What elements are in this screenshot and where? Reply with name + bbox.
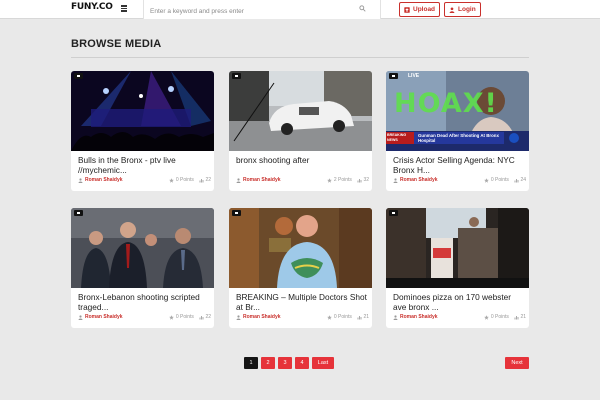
views-icon (199, 315, 204, 319)
views-icon (357, 315, 362, 319)
views-count: 21 (520, 314, 526, 320)
star-icon (327, 314, 333, 320)
media-title[interactable]: BREAKING – Multiple Doctors Shot at Br..… (236, 292, 368, 312)
upload-label: Upload (413, 6, 436, 13)
user-icon (78, 314, 83, 320)
media-card[interactable]: bronx shooting after Roman Shaidyk 2 Poi… (229, 71, 372, 191)
user-icon (449, 6, 455, 13)
last-page-button[interactable]: Last (312, 357, 334, 369)
media-card[interactable]: LIVE HOAX! BREAKING NEWS Gunman Dead Aft… (386, 71, 529, 191)
points-count: 0 Points (175, 177, 194, 183)
author-link[interactable]: Roman Shaidyk (78, 177, 123, 183)
top-navbar: FUNY.CO Upload Login (0, 0, 600, 21)
login-button[interactable]: Login (444, 2, 481, 17)
media-title[interactable]: Dominoes pizza on 170 webster ave bronx … (393, 292, 525, 312)
views-icon (514, 315, 519, 319)
page-2-button[interactable]: 2 (261, 357, 275, 369)
live-label: LIVE (408, 73, 420, 79)
user-icon (393, 177, 398, 183)
author-link[interactable]: Roman Shaidyk (78, 314, 123, 320)
media-thumbnail[interactable] (229, 208, 372, 288)
upload-icon (404, 6, 410, 13)
star-icon (484, 177, 490, 183)
media-thumbnail[interactable] (71, 208, 214, 288)
author-name: Roman Shaidyk (400, 314, 438, 320)
author-name: Roman Shaidyk (85, 314, 123, 320)
video-icon (232, 73, 241, 79)
title-divider (71, 57, 529, 58)
views-icon (199, 178, 204, 182)
breaking-news-tag: BREAKING NEWS (387, 133, 407, 142)
views-count: 24 (520, 177, 526, 183)
author-link[interactable]: Roman Shaidyk (393, 314, 438, 320)
search-box (143, 0, 381, 21)
star-icon (327, 177, 333, 183)
author-name: Roman Shaidyk (243, 177, 281, 183)
media-thumbnail[interactable]: LIVE HOAX! BREAKING NEWS Gunman Dead Aft… (386, 71, 529, 151)
star-icon (169, 314, 175, 320)
user-icon (236, 314, 241, 320)
media-title[interactable]: Bronx-Lebanon shooting scripted traged..… (78, 292, 210, 312)
views-count: 32 (363, 177, 369, 183)
points-count: 0 Points (175, 314, 194, 320)
site-logo[interactable]: FUNY.CO (71, 2, 113, 12)
login-label: Login (458, 6, 476, 13)
author-name: Roman Shaidyk (243, 314, 281, 320)
media-title[interactable]: Bulls in the Bronx - ptv live //mychemic… (78, 155, 210, 175)
next-page-button[interactable]: Next (505, 357, 529, 369)
video-icon (389, 210, 398, 216)
views-count: 22 (205, 177, 211, 183)
user-icon (78, 177, 83, 183)
media-card[interactable]: Dominoes pizza on 170 webster ave bronx … (386, 208, 529, 328)
media-card[interactable]: Bronx-Lebanon shooting scripted traged..… (71, 208, 214, 328)
views-count: 21 (363, 314, 369, 320)
search-input[interactable] (144, 2, 354, 21)
page-4-button[interactable]: 4 (295, 357, 309, 369)
user-icon (236, 177, 241, 183)
media-thumbnail[interactable] (229, 71, 372, 151)
views-icon (357, 178, 362, 182)
pagination: 1 2 3 4 Last (244, 357, 334, 369)
views-count: 22 (205, 314, 211, 320)
author-link[interactable]: Roman Shaidyk (393, 177, 438, 183)
points-count: 2 Points (333, 177, 352, 183)
points-count: 0 Points (490, 177, 509, 183)
media-card[interactable]: Bulls in the Bronx - ptv live //mychemic… (71, 71, 214, 191)
media-thumbnail[interactable] (71, 71, 214, 151)
upload-button[interactable]: Upload (399, 2, 441, 17)
author-name: Roman Shaidyk (400, 177, 438, 183)
media-card[interactable]: BREAKING – Multiple Doctors Shot at Br..… (229, 208, 372, 328)
menu-icon[interactable] (121, 5, 127, 12)
hoax-overlay: HOAX! (394, 88, 498, 119)
views-icon (514, 178, 519, 182)
video-icon (232, 210, 241, 216)
media-title[interactable]: bronx shooting after (236, 155, 368, 175)
star-icon (484, 314, 490, 320)
author-name: Roman Shaidyk (85, 177, 123, 183)
search-icon[interactable] (359, 5, 366, 12)
video-icon (74, 210, 83, 216)
user-icon (393, 314, 398, 320)
video-icon (74, 73, 83, 79)
author-link[interactable]: Roman Shaidyk (236, 314, 281, 320)
media-thumbnail[interactable] (386, 208, 529, 288)
page-title: BROWSE MEDIA (71, 38, 162, 50)
page-3-button[interactable]: 3 (278, 357, 292, 369)
media-title[interactable]: Crisis Actor Selling Agenda: NYC Bronx H… (393, 155, 525, 175)
author-link[interactable]: Roman Shaidyk (236, 177, 281, 183)
points-count: 0 Points (333, 314, 352, 320)
video-icon (389, 73, 398, 79)
star-icon (169, 177, 175, 183)
points-count: 0 Points (490, 314, 509, 320)
news-ticker: Gunman Dead After Shooting At Bronx Hosp… (418, 133, 499, 143)
page-1-button[interactable]: 1 (244, 357, 258, 369)
